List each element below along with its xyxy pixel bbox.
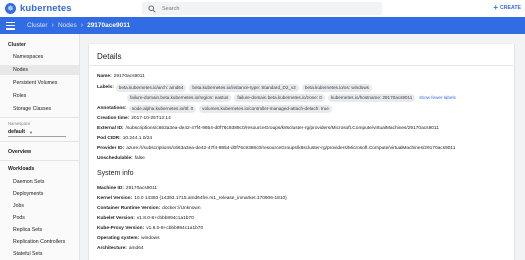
namespace-label: Namespace (8, 121, 31, 126)
container-runtime-key: Container Runtime Version: (97, 206, 161, 211)
provider-id-row: Provider ID: azure:///subscriptions/c663… (97, 146, 455, 151)
caret-down-icon: ▼ (29, 129, 33, 135)
sidebar: Cluster Namespaces Nodes Persistent Volu… (0, 34, 80, 260)
sidebar-header-workloads[interactable]: Workloads (0, 164, 79, 174)
container-runtime-value: docker://Unknown (162, 206, 201, 211)
search-box[interactable] (142, 2, 382, 15)
plus-icon: + (493, 3, 499, 12)
unschedulable-row: Unschedulable: false (97, 156, 145, 161)
sidebar-item-daemon-sets[interactable]: Daemon Sets (0, 177, 79, 187)
sidebar-item-jobs[interactable]: Jobs (0, 201, 79, 211)
label-chip: beta.kubernetes.io/arch: amd64 (115, 84, 187, 92)
sidebar-item-replication-controllers[interactable]: Replication Controllers (0, 237, 79, 247)
sidebar-item-deployments[interactable]: Deployments (0, 189, 79, 199)
main-content: Details Name: 29170acs9011 Labels: beta.… (80, 34, 525, 260)
external-id-row: External ID: /subscriptions/c663a3ea-de4… (97, 126, 439, 131)
creation-time-key: Creation time: (97, 116, 130, 121)
pod-cidr-key: Pod CIDR: (97, 136, 121, 141)
namespace-value: default (8, 129, 26, 135)
system-info-title: System info (97, 170, 134, 177)
annotations-key: Annotations: (97, 106, 127, 112)
kube-proxy-version-key: Kube-Proxy Version: (97, 226, 145, 231)
kubelet-version-key: Kubelet Version: (97, 216, 135, 221)
sidebar-item-replica-sets[interactable]: Replica Sets (0, 225, 79, 235)
app-name: kubernetes (20, 3, 72, 14)
kube-proxy-version-row: Kube-Proxy Version: v1.8.0-8+cbbb894c1a1… (97, 226, 203, 231)
operating-system-key: Operating system: (97, 236, 140, 241)
labels-row-2: failure-domain.beta.kubernetes.io/region… (127, 94, 456, 102)
architecture-key: Architecture: (97, 246, 127, 251)
sidebar-item-roles[interactable]: Roles (0, 91, 79, 101)
pod-cidr-row: Pod CIDR: 10.244.1.0/24 (97, 136, 152, 141)
machine-id-value: 29170acs9011 (125, 186, 158, 191)
name-key: Name: (97, 74, 112, 79)
machine-id-key: Machine ID: (97, 186, 124, 191)
kubernetes-wheel-icon: ✵ (5, 3, 16, 14)
chevron-right-icon: › (80, 22, 84, 29)
hamburger-menu-icon[interactable] (6, 21, 15, 30)
annotations-row: Annotations: node.alpha.kubernetes.io/tt… (97, 105, 335, 113)
external-id-value: /subscriptions/c663a3ea-de42-47f4-9854-d… (125, 126, 439, 131)
show-fewer-labels-link[interactable]: show fewer labels (419, 95, 456, 100)
label-chip: beta.kubernetes.io/os: windows (301, 84, 372, 92)
label-chip: failure-domain.beta.kubernetes.io/region… (127, 94, 232, 102)
kubelet-version-value: v1.8.0-8+cbbb894c1a1b70 (136, 216, 194, 221)
breadcrumb: Cluster › Nodes › 29170ace9011 (0, 17, 525, 34)
labels-key: Labels: (97, 85, 114, 91)
labels-row: Labels: beta.kubernetes.io/arch: amd64 b… (97, 84, 375, 92)
kube-proxy-version-value: v1.8.0-8+cbbb894c1a1b70 (146, 226, 204, 231)
provider-id-value: azure:///subscriptions/c663a3ea-de42-47f… (126, 146, 456, 151)
label-chip: beta.kubernetes.io/instance-type: Standa… (189, 84, 299, 92)
sidebar-item-namespaces[interactable]: Namespaces (0, 52, 79, 62)
sidebar-divider (0, 141, 79, 142)
creation-time-value: 2017-10-25T12:14 (131, 116, 171, 121)
sidebar-item-storage-classes[interactable]: Storage Classes (0, 104, 79, 114)
sidebar-divider (0, 117, 79, 118)
sidebar-divider (0, 160, 79, 161)
annotation-chip: node.alpha.kubernetes.io/ttl: 0 (128, 105, 197, 113)
operating-system-row: Operating system: windows (97, 236, 160, 241)
label-chip: failure-domain.beta.kubernetes.io/zone: … (234, 94, 325, 102)
search-icon (148, 4, 156, 13)
unschedulable-value: false (134, 156, 145, 161)
creation-time-row: Creation time: 2017-10-25T12:14 (97, 116, 171, 121)
architecture-row: Architecture: amd64 (97, 246, 144, 251)
machine-id-row: Machine ID: 29170acs9011 (97, 186, 157, 191)
sidebar-item-pods[interactable]: Pods (0, 213, 79, 223)
annotation-chip: volumes.kubernetes.io/controller-managed… (199, 105, 332, 113)
sidebar-item-stateful-sets[interactable]: Stateful Sets (0, 249, 79, 259)
top-bar: ✵ kubernetes + CREATE (0, 0, 525, 17)
kernel-version-value: 10.0 14393 (14393.1715.amd64fre.rs1_rele… (134, 196, 287, 201)
sidebar-item-nodes[interactable]: Nodes (0, 65, 79, 75)
chevron-right-icon: › (51, 22, 54, 29)
details-card: Details Name: 29170acs9011 Labels: beta.… (89, 44, 514, 260)
breadcrumb-current: 29170ace9011 (87, 22, 131, 29)
create-label: CREATE (500, 5, 521, 11)
label-chip: kubernetes.io/hostname: 29170acs9011 (327, 94, 416, 102)
architecture-value: amd64 (128, 246, 144, 251)
sidebar-item-persistent-volumes[interactable]: Persistent Volumes (0, 78, 79, 88)
operating-system-value: windows (141, 236, 160, 241)
container-runtime-row: Container Runtime Version: docker://Unkn… (97, 206, 201, 211)
sidebar-header-cluster[interactable]: Cluster (0, 40, 79, 50)
provider-id-key: Provider ID: (97, 146, 125, 151)
breadcrumb-cluster[interactable]: Cluster (27, 22, 48, 29)
namespace-select[interactable]: default ▼ (8, 128, 66, 137)
kernel-version-key: Kernel Version: (97, 196, 133, 201)
sidebar-item-overview[interactable]: Overview (0, 147, 79, 157)
create-button[interactable]: + CREATE (493, 4, 521, 12)
logo[interactable]: ✵ kubernetes (5, 3, 72, 14)
pod-cidr-value: 10.244.1.0/24 (122, 136, 153, 141)
breadcrumb-nodes[interactable]: Nodes (58, 22, 77, 29)
name-row: Name: 29170acs9011 (97, 74, 145, 79)
kernel-version-row: Kernel Version: 10.0 14393 (14393.1715.a… (97, 196, 287, 201)
name-value: 29170acs9011 (113, 74, 145, 79)
details-title: Details (97, 52, 122, 61)
external-id-key: External ID: (97, 126, 124, 131)
card-divider (89, 65, 514, 66)
unschedulable-key: Unschedulable: (97, 156, 133, 161)
kubelet-version-row: Kubelet Version: v1.8.0-8+cbbb894c1a1b70 (97, 216, 194, 221)
search-input[interactable] (162, 5, 362, 12)
